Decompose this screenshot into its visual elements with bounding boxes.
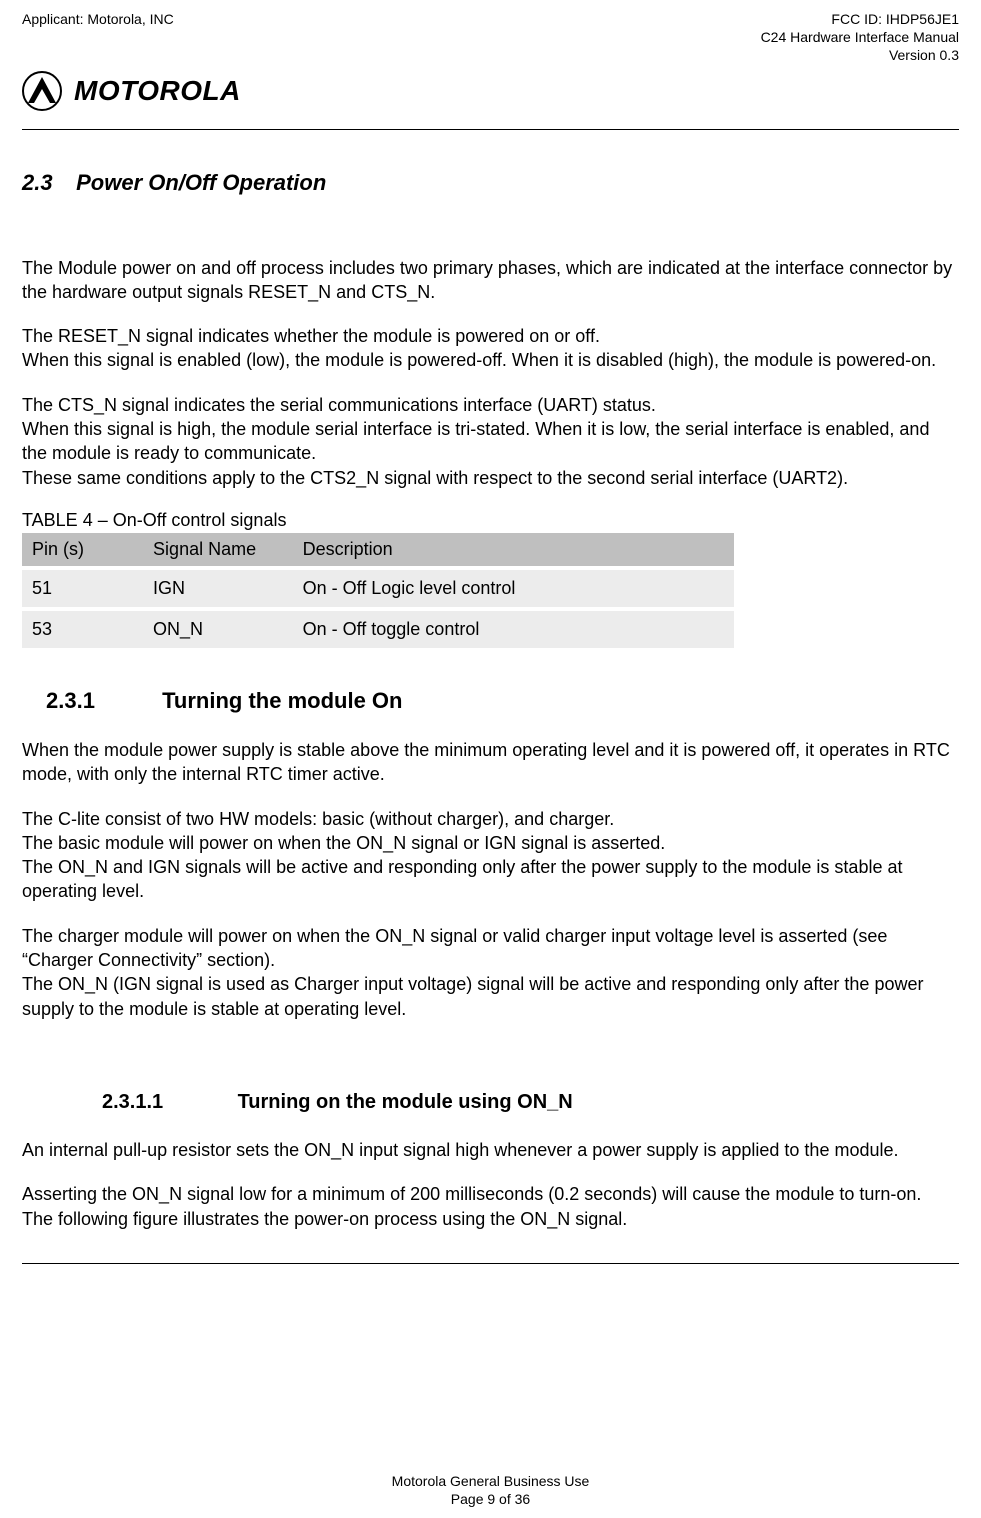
cell-desc: On - Off Logic level control: [293, 568, 735, 609]
intro-p2-line2: When this signal is enabled (low), the m…: [22, 350, 936, 370]
section-title: Power On/Off Operation: [76, 170, 326, 195]
intro-p2: The RESET_N signal indicates whether the…: [22, 324, 959, 373]
sub2311-p2-line2: The following figure illustrates the pow…: [22, 1209, 627, 1229]
subsection-title: Turning the module On: [162, 688, 402, 713]
page-footer: Motorola General Business Use Page 9 of …: [22, 1466, 959, 1508]
sub231-p2-line3: The ON_N and IGN signals will be active …: [22, 857, 902, 901]
motorola-batwing-icon: [22, 71, 62, 111]
sub231-block: When the module power supply is stable a…: [22, 738, 959, 1041]
footer-divider: [22, 1263, 959, 1264]
sub231-p2-line2: The basic module will power on when the …: [22, 833, 665, 853]
intro-p3-line1: The CTS_N signal indicates the serial co…: [22, 395, 656, 415]
header-divider: [22, 129, 959, 130]
col-header-signal: Signal Name: [143, 533, 293, 568]
sub231-p2: The C-lite consist of two HW models: bas…: [22, 807, 959, 904]
section-heading-2-3: 2.3 Power On/Off Operation: [22, 170, 959, 196]
sub231-p2-line1: The C-lite consist of two HW models: bas…: [22, 809, 614, 829]
subsection-heading-2-3-1: 2.3.1 Turning the module On: [22, 688, 959, 714]
motorola-wordmark: MOTOROLA: [74, 75, 241, 107]
header-right-block: FCC ID: IHDP56JE1 C24 Hardware Interface…: [761, 10, 959, 65]
page-container: Applicant: Motorola, INC FCC ID: IHDP56J…: [0, 0, 981, 1518]
sub2311-p2-line1: Asserting the ON_N signal low for a mini…: [22, 1184, 921, 1204]
footer-classification: Motorola General Business Use: [22, 1472, 959, 1490]
subsubsection-title: Turning on the module using ON_N: [238, 1091, 573, 1113]
table-row: 51 IGN On - Off Logic level control: [22, 568, 734, 609]
intro-p1: The Module power on and off process incl…: [22, 256, 959, 305]
sub2311-p1: An internal pull-up resistor sets the ON…: [22, 1138, 959, 1162]
section-number: 2.3: [22, 170, 70, 196]
col-header-desc: Description: [293, 533, 735, 568]
on-off-signals-table: Pin (s) Signal Name Description 51 IGN O…: [22, 533, 734, 648]
cell-signal: ON_N: [143, 609, 293, 648]
intro-block: The Module power on and off process incl…: [22, 256, 959, 510]
brand-logo: MOTOROLA: [22, 71, 959, 111]
intro-p3-line2: When this signal is high, the module ser…: [22, 419, 929, 463]
footer-page-number: Page 9 of 36: [22, 1490, 959, 1508]
manual-title: C24 Hardware Interface Manual: [761, 28, 959, 46]
cell-signal: IGN: [143, 568, 293, 609]
sub2311-block: An internal pull-up resistor sets the ON…: [22, 1138, 959, 1251]
table-row: 53 ON_N On - Off toggle control: [22, 609, 734, 648]
cell-pin: 53: [22, 609, 143, 648]
applicant-label: Applicant: Motorola, INC: [22, 10, 174, 28]
sub231-p3-line1: The charger module will power on when th…: [22, 926, 887, 970]
sub231-p3: The charger module will power on when th…: [22, 924, 959, 1021]
cell-desc: On - Off toggle control: [293, 609, 735, 648]
page-header-meta: Applicant: Motorola, INC FCC ID: IHDP56J…: [22, 10, 959, 65]
col-header-pin: Pin (s): [22, 533, 143, 568]
fcc-id: FCC ID: IHDP56JE1: [761, 10, 959, 28]
intro-p3: The CTS_N signal indicates the serial co…: [22, 393, 959, 490]
sub231-p1: When the module power supply is stable a…: [22, 738, 959, 787]
subsubsection-heading-2-3-1-1: 2.3.1.1 Turning on the module using ON_N: [22, 1091, 959, 1114]
intro-p2-line1: The RESET_N signal indicates whether the…: [22, 326, 600, 346]
table-header-row: Pin (s) Signal Name Description: [22, 533, 734, 568]
sub231-p3-line2: The ON_N (IGN signal is used as Charger …: [22, 974, 923, 1018]
cell-pin: 51: [22, 568, 143, 609]
intro-p3-line3: These same conditions apply to the CTS2_…: [22, 468, 848, 488]
subsection-number: 2.3.1: [46, 688, 156, 714]
subsubsection-number: 2.3.1.1: [102, 1091, 232, 1114]
sub2311-p2: Asserting the ON_N signal low for a mini…: [22, 1182, 959, 1231]
doc-version: Version 0.3: [761, 46, 959, 64]
table4-caption: TABLE 4 – On-Off control signals: [22, 510, 959, 531]
